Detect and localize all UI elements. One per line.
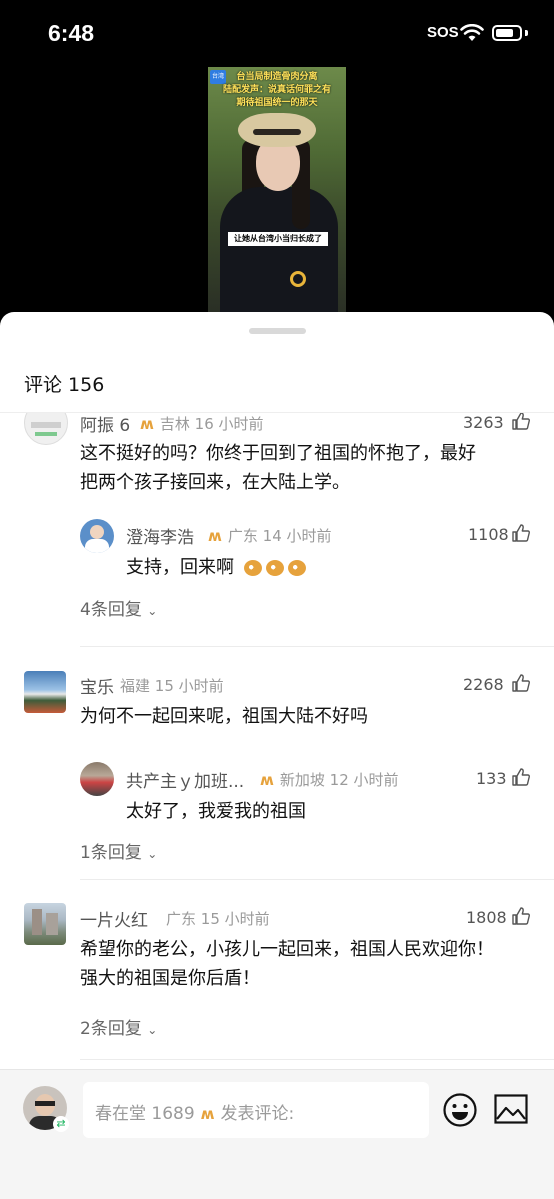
reply-name[interactable]: 澄海李浩: [126, 523, 194, 548]
commenter-name[interactable]: 阿振 6: [80, 413, 130, 436]
like-count: 1808: [466, 908, 507, 927]
comment-input-bar: ⇄ 春在堂 1689 ʍ 发表评论:: [0, 1070, 554, 1199]
more-replies-button[interactable]: 1条回复 ⌄: [80, 838, 157, 863]
emoji-icon[interactable]: [442, 1092, 478, 1128]
status-time: 6:48: [48, 20, 95, 46]
commenter-avatar[interactable]: [24, 903, 66, 945]
video-caption: 台当局制造骨肉分离 陆配发声：说真话何罪之有 期待祖国统一的那天: [222, 72, 331, 108]
comment-input[interactable]: 春在堂 1689 ʍ 发表评论:: [83, 1082, 429, 1138]
battery-icon: [492, 25, 522, 41]
vip-icon: ʍ: [200, 1105, 215, 1123]
input-username: 春在堂 1689: [95, 1104, 195, 1124]
thumbs-up-icon[interactable]: [511, 523, 531, 543]
chevron-down-icon: ⌄: [147, 1023, 158, 1037]
input-placeholder: 发表评论:: [220, 1104, 295, 1124]
commenter-name[interactable]: 宝乐: [80, 673, 114, 698]
comments-sheet: 评论 156 阿振 6 ʍ 吉林 16 小时前 3263 这不挺好的吗？你终于回到…: [0, 312, 554, 1199]
more-replies-button[interactable]: 4条回复 ⌄: [80, 595, 157, 620]
comments-title: 评论 156: [24, 374, 105, 396]
reply-name[interactable]: 共产主ｙ加班...: [126, 767, 244, 792]
comment-text: 希望你的老公，小孩儿一起回来，祖国人民欢迎你！ 强大的祖国是你后盾！: [80, 939, 494, 989]
thumbs-up-icon[interactable]: [511, 673, 531, 693]
sheet-grabber[interactable]: [249, 328, 306, 334]
comment-meta: 福建 15 小时前: [120, 677, 224, 695]
comment-meta: 广东 15 小时前: [166, 910, 270, 928]
wifi-icon: [460, 24, 484, 41]
snail-emoji-icon: [287, 560, 306, 576]
commenter-name[interactable]: 一片火红: [80, 906, 148, 931]
reply-text: 太好了，我爱我的祖国: [126, 801, 306, 822]
comment-list[interactable]: 阿振 6 ʍ 吉林 16 小时前 3263 这不挺好的吗？你终于回到了祖国的怀抱了…: [0, 413, 554, 1069]
chevron-down-icon: ⌄: [147, 847, 158, 861]
video-player[interactable]: 台湾 台当局制造骨肉分离 陆配发声：说真话何罪之有 期待祖国统一的那天 让她从台…: [208, 67, 346, 312]
commenter-avatar[interactable]: [24, 413, 68, 445]
more-replies-button[interactable]: 2条回复 ⌄: [80, 1014, 157, 1039]
switch-account-icon[interactable]: ⇄: [53, 1116, 69, 1132]
comment-meta: ʍ 吉林 16 小时前: [140, 415, 264, 433]
video-subtitle: 让她从台湾小当归长成了: [228, 232, 328, 246]
chevron-down-icon: ⌄: [147, 604, 158, 618]
reply-avatar[interactable]: [80, 519, 114, 553]
comment-text: 这不挺好的吗？你终于回到了祖国的怀抱了，最好 把两个孩子接回来，在大陆上学。: [80, 443, 476, 493]
thumbs-up-icon[interactable]: [511, 906, 531, 926]
commenter-avatar[interactable]: [24, 671, 66, 713]
snail-emoji-icon: [243, 560, 262, 576]
thumbs-up-icon[interactable]: [511, 413, 531, 431]
reply-text: 支持，回来啊: [126, 553, 306, 582]
snail-emoji-icon: [265, 560, 284, 576]
status-bar: 6:48 SOS: [0, 0, 554, 66]
comment-text: 为何不一起回来呢，祖国大陆不好吗: [80, 706, 368, 727]
reply-like-count: 133: [476, 769, 507, 788]
video-person: [220, 187, 338, 312]
like-count: 3263: [463, 413, 504, 432]
vip-icon: ʍ: [260, 771, 274, 789]
reply-meta: ʍ 新加坡 12 小时前: [260, 771, 399, 789]
reply-avatar[interactable]: [80, 762, 114, 796]
reply-like-count: 1108: [468, 525, 509, 544]
like-count: 2268: [463, 675, 504, 694]
vip-icon: ʍ: [140, 415, 154, 433]
sos-indicator: SOS: [427, 24, 459, 41]
image-icon[interactable]: [494, 1094, 528, 1124]
reply-meta: ʍ 广东 14 小时前: [208, 527, 332, 545]
vip-icon: ʍ: [208, 527, 222, 545]
thumbs-up-icon[interactable]: [511, 767, 531, 787]
